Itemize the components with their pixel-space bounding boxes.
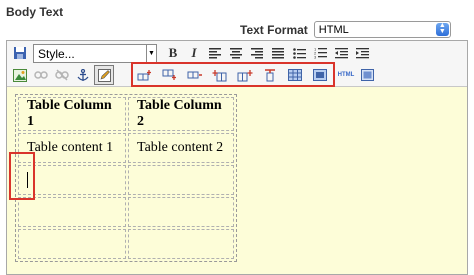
insert-column-before-icon[interactable] [210, 65, 229, 85]
insert-image-icon[interactable] [10, 65, 30, 85]
table-cell[interactable]: Table content 2 [128, 133, 234, 163]
save-icon[interactable] [10, 43, 30, 63]
table-cell[interactable] [128, 165, 234, 195]
align-justify-icon[interactable] [268, 43, 288, 63]
align-center-icon[interactable] [226, 43, 246, 63]
italic-button[interactable]: I [184, 43, 204, 63]
link-icon[interactable] [31, 65, 51, 85]
focused-cell-highlight [9, 152, 35, 200]
toolbar-row-2-end: HTML [336, 64, 378, 86]
bold-button[interactable]: B [163, 43, 183, 63]
text-format-value: HTML [318, 24, 349, 36]
html-source-button[interactable]: HTML [336, 65, 356, 85]
body-text-label: Body Text [6, 5, 64, 19]
insert-row-before-icon[interactable] [135, 65, 154, 85]
table-header-cell[interactable]: Table Column 1 [18, 97, 126, 131]
table-properties-icon[interactable] [285, 65, 304, 85]
select-arrows-icon: ▲ ▼ [435, 22, 449, 36]
table-row [18, 197, 234, 227]
outdent-icon[interactable] [331, 43, 351, 63]
align-right-icon[interactable] [247, 43, 267, 63]
fullscreen-icon[interactable] [357, 65, 377, 85]
delete-column-icon[interactable] [260, 65, 279, 85]
svg-text:3: 3 [314, 55, 317, 60]
style-select[interactable]: Style... ▼ [33, 43, 157, 63]
delete-row-icon[interactable] [185, 65, 204, 85]
table-cell[interactable] [18, 197, 126, 227]
editor-toolbar: Style... ▼ B I 123 HTML [7, 41, 467, 87]
toolbar-row-2 [10, 64, 115, 86]
numbered-list-icon[interactable]: 123 [310, 43, 330, 63]
rich-text-editor[interactable]: Style... ▼ B I 123 HTML Table Column 1 T… [6, 40, 468, 275]
table-tools-group [135, 64, 335, 86]
table-cell[interactable] [18, 229, 126, 259]
insert-row-after-icon[interactable] [160, 65, 179, 85]
text-format-label: Text Format [240, 22, 308, 37]
editor-content[interactable]: Table Column 1 Table Column 2 Table cont… [15, 94, 237, 262]
edit-icon[interactable] [94, 65, 114, 85]
text-format-row: Text Format HTML ▲ ▼ [240, 21, 451, 38]
cell-properties-icon[interactable] [310, 65, 329, 85]
chevron-down-icon: ▼ [146, 44, 156, 62]
align-left-icon[interactable] [205, 43, 225, 63]
text-format-select[interactable]: HTML ▲ ▼ [313, 21, 451, 38]
table-cell[interactable] [128, 197, 234, 227]
toolbar-row-1: Style... ▼ B I 123 [10, 42, 373, 64]
content-table: Table Column 1 Table Column 2 Table cont… [15, 94, 237, 262]
table-row [18, 229, 234, 259]
bullet-list-icon[interactable] [289, 43, 309, 63]
table-header-row: Table Column 1 Table Column 2 [18, 97, 234, 131]
unlink-icon[interactable] [52, 65, 72, 85]
style-select-value: Style... [38, 46, 75, 61]
insert-column-after-icon[interactable] [235, 65, 254, 85]
anchor-icon[interactable] [73, 65, 93, 85]
table-header-cell[interactable]: Table Column 2 [128, 97, 234, 131]
indent-icon[interactable] [352, 43, 372, 63]
table-row: Table content 1 Table content 2 [18, 133, 234, 163]
table-cell[interactable] [128, 229, 234, 259]
table-row [18, 165, 234, 195]
